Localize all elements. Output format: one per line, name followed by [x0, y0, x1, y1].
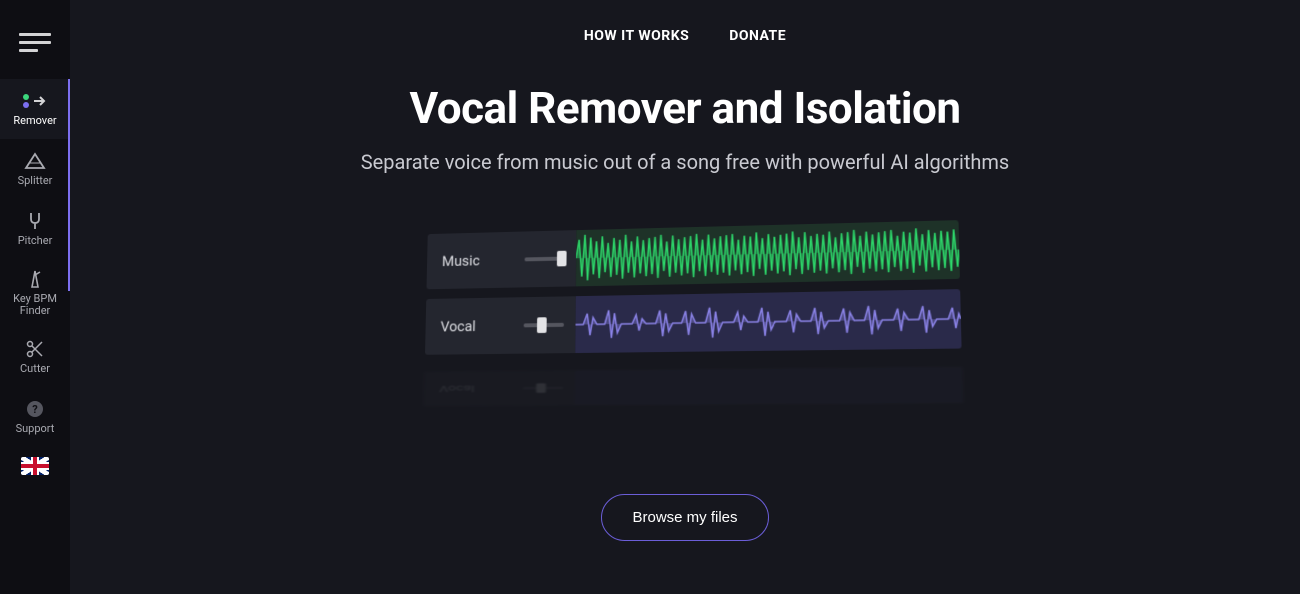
page-subtitle: Separate voice from music out of a song …	[361, 150, 1010, 174]
sidebar-item-remover[interactable]: Remover	[0, 79, 70, 139]
music-waveform	[576, 220, 960, 286]
top-nav: HOW IT WORKS DONATE	[584, 28, 786, 44]
scissors-icon	[26, 339, 44, 359]
reflection: Vocal	[424, 367, 963, 406]
sidebar-item-label: Support	[16, 423, 55, 435]
sidebar-item-label: Key BPM Finder	[13, 293, 57, 317]
sidebar-item-pitcher[interactable]: Pitcher	[0, 199, 70, 259]
sidebar: Remover Splitter Pitcher Key BPM Finder	[0, 0, 70, 594]
sidebar-item-cutter[interactable]: Cutter	[0, 327, 70, 387]
menu-toggle-button[interactable]	[19, 28, 51, 57]
svg-text:?: ?	[32, 403, 38, 416]
vocal-waveform	[575, 289, 962, 353]
help-icon: ?	[26, 399, 44, 419]
main-content: HOW IT WORKS DONATE Vocal Remover and Is…	[70, 0, 1300, 594]
pitcher-icon	[27, 211, 43, 231]
language-selector[interactable]	[21, 457, 49, 475]
waveform-preview: Music Vocal	[415, 226, 955, 426]
track-music: Music	[427, 220, 961, 289]
sidebar-item-label: Remover	[13, 115, 56, 127]
remover-icon	[22, 91, 48, 111]
nav-how-it-works[interactable]: HOW IT WORKS	[584, 28, 689, 44]
sidebar-item-splitter[interactable]: Splitter	[0, 139, 70, 199]
sidebar-item-keybpm[interactable]: Key BPM Finder	[0, 259, 70, 327]
track-music-label: Music	[442, 251, 514, 270]
sidebar-item-label: Splitter	[18, 175, 53, 187]
music-volume-slider[interactable]	[525, 257, 565, 262]
vocal-volume-slider[interactable]	[524, 323, 564, 328]
sidebar-item-support[interactable]: ? Support	[0, 387, 70, 447]
page-title: Vocal Remover and Isolation	[410, 82, 961, 134]
browse-files-button[interactable]: Browse my files	[601, 494, 768, 541]
sidebar-item-label: Cutter	[20, 363, 50, 375]
sidebar-item-label: Pitcher	[18, 235, 53, 247]
splitter-icon	[24, 151, 46, 171]
metronome-icon	[26, 269, 44, 289]
track-vocal: Vocal	[425, 289, 962, 355]
nav-donate[interactable]: DONATE	[729, 28, 786, 44]
track-vocal-label: Vocal	[440, 317, 512, 336]
